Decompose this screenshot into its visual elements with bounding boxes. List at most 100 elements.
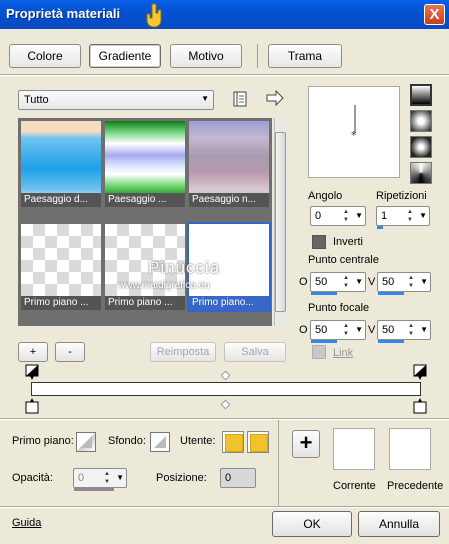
focal-h-label: O xyxy=(299,324,308,336)
remove-preset-button[interactable]: - xyxy=(55,342,85,362)
spinner-icon[interactable]: ▲ ▼ xyxy=(406,322,416,338)
watermark-title: Pinuccia xyxy=(148,258,221,277)
radial-style-button[interactable] xyxy=(410,162,432,184)
focal-v-input[interactable]: 50 ▲ ▼ ▼ xyxy=(377,320,431,340)
gradient-swatch-icon xyxy=(80,436,92,448)
tab-trama[interactable]: Trama xyxy=(268,44,342,68)
preset-label: Primo piano ... xyxy=(105,296,185,310)
tab-gradiente[interactable]: Gradiente xyxy=(89,44,161,68)
chevron-down-icon[interactable]: ▼ xyxy=(420,325,428,334)
tab-motivo[interactable]: Motivo xyxy=(170,44,242,68)
preset-item[interactable]: Paesaggio d... xyxy=(21,121,101,207)
chevron-down-icon[interactable]: ▼ xyxy=(116,473,124,482)
repeats-input[interactable]: 1 ▲ ▼ ▼ xyxy=(376,206,430,226)
spinner-icon[interactable]: ▲ ▼ xyxy=(405,208,415,224)
center-marker-icon: * xyxy=(351,105,357,142)
link-label: Link xyxy=(333,347,354,359)
user-color-2[interactable] xyxy=(247,431,269,453)
position-input[interactable]: 0 xyxy=(220,468,256,488)
opacity-midpoint-icon[interactable] xyxy=(220,370,231,381)
spinner-icon[interactable]: ▲ ▼ xyxy=(341,208,351,224)
center-h-slider[interactable] xyxy=(311,292,337,295)
focal-point-label: Punto focale xyxy=(308,302,370,314)
color-stop-left-icon[interactable] xyxy=(25,397,39,415)
color-midpoint-icon[interactable] xyxy=(220,399,231,410)
svg-text:*: * xyxy=(351,129,357,142)
position-label: Posizione: xyxy=(156,472,207,484)
opacity-input[interactable]: 0 ▲ ▼ ▼ xyxy=(73,468,127,488)
user-color-1[interactable] xyxy=(222,431,244,453)
gradient-swatch-icon xyxy=(154,436,166,448)
foreground-label: Primo piano: xyxy=(12,435,74,447)
current-swatch[interactable] xyxy=(333,428,375,470)
gradient-editor-bar[interactable] xyxy=(31,382,421,396)
cancel-button[interactable]: Annulla xyxy=(358,511,440,537)
spinner-icon[interactable]: ▲ ▼ xyxy=(341,322,351,338)
chevron-down-icon[interactable]: ▼ xyxy=(355,325,363,334)
preset-item[interactable]: Primo piano ... xyxy=(21,224,101,310)
opacity-stop-left-icon[interactable] xyxy=(25,364,39,382)
opacity-stop-right-icon[interactable] xyxy=(413,364,427,382)
title-bar: Proprietà materiali X xyxy=(0,0,449,29)
linear-style-button[interactable] xyxy=(410,84,432,106)
add-color-button[interactable]: + xyxy=(292,430,320,458)
sunburst-style-button[interactable] xyxy=(410,136,432,158)
focal-h-slider[interactable] xyxy=(311,340,337,343)
repeats-slider[interactable] xyxy=(377,226,383,229)
center-h-input[interactable]: 50 ▲ ▼ ▼ xyxy=(310,272,366,292)
angle-value: 0 xyxy=(315,210,322,222)
chevron-down-icon[interactable]: ▼ xyxy=(355,211,363,220)
background-label: Sfondo: xyxy=(108,435,146,447)
focal-h-input[interactable]: 50 ▲ ▼ ▼ xyxy=(310,320,366,340)
reset-button[interactable]: Reimposta xyxy=(150,342,216,362)
link-checkbox[interactable] xyxy=(312,345,326,359)
tab-colore[interactable]: Colore xyxy=(9,44,81,68)
chevron-down-icon[interactable]: ▼ xyxy=(420,277,428,286)
invert-checkbox[interactable] xyxy=(312,235,326,249)
spinner-icon[interactable]: ▲ ▼ xyxy=(406,274,416,290)
previous-swatch[interactable] xyxy=(389,428,431,470)
save-button[interactable]: Salva xyxy=(224,342,286,362)
angle-input[interactable]: 0 ▲ ▼ ▼ xyxy=(310,206,366,226)
category-value: Tutto xyxy=(24,94,49,106)
close-button[interactable]: X xyxy=(424,4,445,25)
repeats-label: Ripetizioni xyxy=(376,190,427,202)
user-color-swatch xyxy=(250,434,268,452)
preset-item[interactable]: Paesaggio n... xyxy=(189,121,269,207)
spinner-icon[interactable]: ▲ ▼ xyxy=(102,470,112,486)
color-stop-right-icon[interactable] xyxy=(413,397,427,415)
center-v-slider[interactable] xyxy=(378,292,404,295)
chevron-down-icon[interactable]: ▼ xyxy=(419,211,427,220)
center-v-label: V xyxy=(368,276,376,288)
current-label: Corrente xyxy=(333,480,376,492)
watermark-url: www.maidigrafica.eu xyxy=(118,280,210,291)
angle-label: Angolo xyxy=(308,190,343,202)
arrow-right-icon[interactable] xyxy=(266,90,284,106)
chevron-down-icon[interactable]: ▼ xyxy=(355,277,363,286)
preset-item[interactable]: Paesaggio ... xyxy=(105,121,185,207)
tab-separator xyxy=(257,44,258,68)
divider xyxy=(278,420,279,506)
ok-button[interactable]: OK xyxy=(272,511,352,537)
opacity-value: 0 xyxy=(78,472,85,484)
gradient-preview[interactable]: * xyxy=(308,86,400,178)
focal-h-value: 50 xyxy=(315,324,328,336)
focal-v-slider[interactable] xyxy=(378,340,404,343)
background-swatch[interactable] xyxy=(150,432,170,452)
opacity-slider[interactable] xyxy=(74,488,114,491)
add-preset-button[interactable]: + xyxy=(18,342,48,362)
center-v-value: 50 xyxy=(382,276,395,288)
library-icon[interactable] xyxy=(232,90,248,108)
help-link[interactable]: Guida xyxy=(12,517,41,529)
category-dropdown[interactable]: Tutto ▼ xyxy=(18,90,214,110)
chevron-down-icon: ▼ xyxy=(201,94,209,103)
center-v-input[interactable]: 50 ▲ ▼ ▼ xyxy=(377,272,431,292)
spinner-icon[interactable]: ▲ ▼ xyxy=(341,274,351,290)
hand-cursor-icon xyxy=(146,3,162,28)
scrollbar-thumb[interactable] xyxy=(275,132,286,312)
center-h-value: 50 xyxy=(315,276,328,288)
preset-label: Paesaggio n... xyxy=(189,193,269,207)
foreground-swatch[interactable] xyxy=(76,432,96,452)
rectangular-style-button[interactable] xyxy=(410,110,432,132)
user-label: Utente: xyxy=(180,435,216,447)
